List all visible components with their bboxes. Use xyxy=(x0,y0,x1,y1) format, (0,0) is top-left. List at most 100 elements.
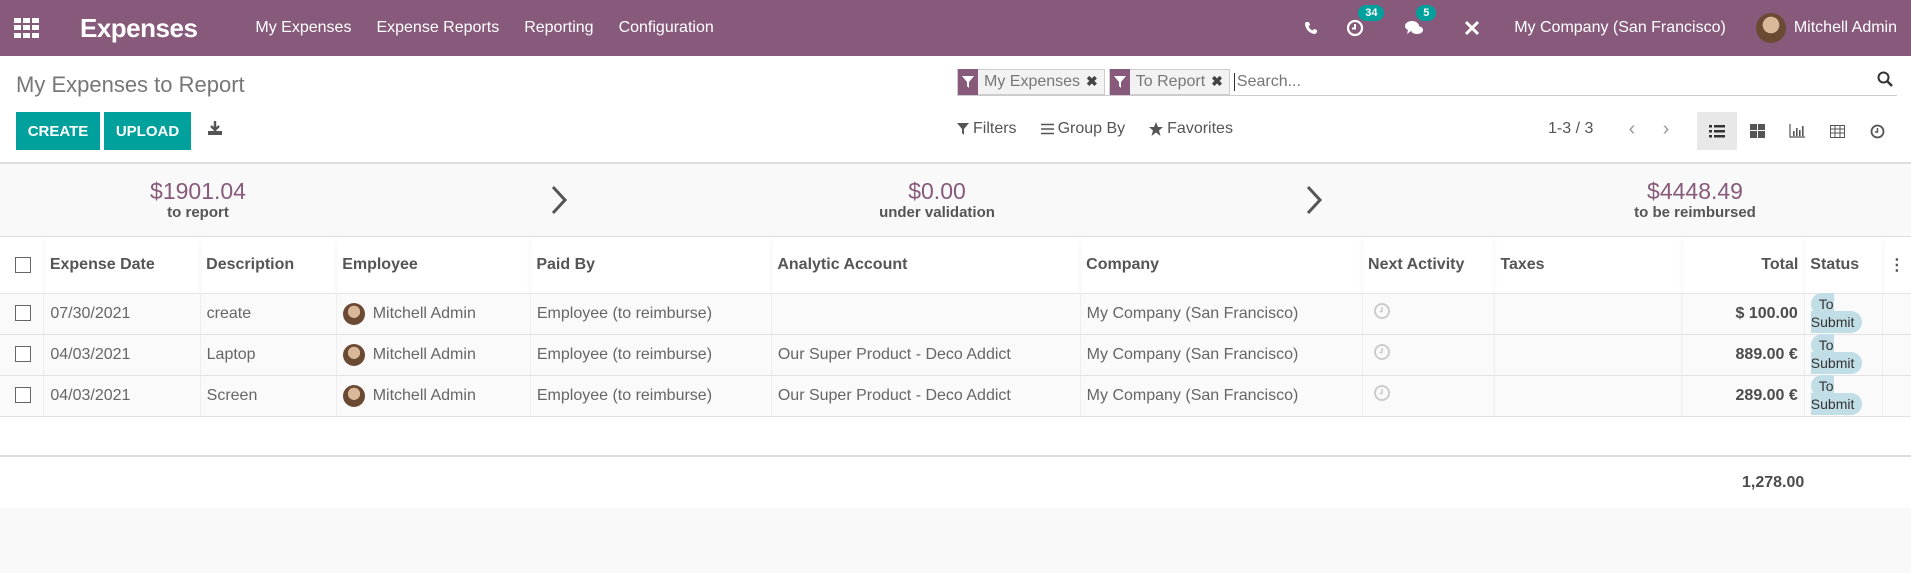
cell-employee: Mitchell Admin xyxy=(335,334,531,376)
favorites-label: Favorites xyxy=(1167,120,1233,137)
menu-configuration[interactable]: Configuration xyxy=(619,19,714,37)
kanban-view-icon[interactable] xyxy=(1737,112,1777,150)
chevron-right-icon xyxy=(550,184,568,221)
cell-total: $ 100.00 xyxy=(1681,293,1805,335)
list-view-icon[interactable] xyxy=(1697,112,1737,150)
employee-name: Mitchell Admin xyxy=(372,304,476,322)
column-status[interactable]: Status xyxy=(1804,237,1883,294)
table-row[interactable]: 04/03/2021 Laptop Mitchell Admin Employe… xyxy=(0,333,1911,376)
upload-button[interactable]: UPLOAD xyxy=(104,112,191,150)
column-company[interactable]: Company xyxy=(1080,237,1363,294)
menu-expense-reports[interactable]: Expense Reports xyxy=(376,19,499,37)
summary-amount: $0.00 xyxy=(908,178,966,204)
summary-to-report[interactable]: $1901.04 to report xyxy=(48,178,348,221)
employee-avatar xyxy=(342,384,365,407)
activity-clock-icon xyxy=(1373,303,1390,319)
remove-facet-icon[interactable]: ✖ xyxy=(1211,73,1223,90)
cell-status: To Submit xyxy=(1803,374,1883,417)
cell-description: Laptop xyxy=(199,334,337,376)
remove-facet-icon[interactable]: ✖ xyxy=(1086,73,1098,90)
favorites-dropdown[interactable]: Favorites xyxy=(1149,120,1233,138)
pivot-view-icon[interactable] xyxy=(1817,112,1857,150)
cell-date: 04/03/2021 xyxy=(43,334,201,376)
user-avatar[interactable] xyxy=(1755,13,1786,43)
create-button[interactable]: CREATE xyxy=(16,112,100,150)
column-total[interactable]: Total xyxy=(1681,237,1805,294)
summary-amount: $1901.04 xyxy=(150,178,246,204)
table-header: Expense Date Description Employee Paid B… xyxy=(0,237,1911,294)
messages-icon[interactable]: 5 xyxy=(1404,5,1437,37)
column-expense-date[interactable]: Expense Date xyxy=(43,237,201,294)
cell-analytic-account xyxy=(770,293,1081,335)
filters-label: Filters xyxy=(973,120,1017,137)
cell-next-activity[interactable] xyxy=(1361,375,1495,417)
cell-company: My Company (San Francisco) xyxy=(1079,334,1363,376)
phone-icon[interactable] xyxy=(1304,21,1318,35)
activity-clock-icon[interactable]: 34 xyxy=(1346,5,1385,37)
pager-previous-icon[interactable]: ‹ xyxy=(1615,118,1649,141)
summary-label: to be reimbursed xyxy=(1634,204,1756,221)
optional-columns-icon[interactable]: ⋮ xyxy=(1882,237,1911,294)
bars-icon xyxy=(1040,123,1054,135)
view-switcher xyxy=(1697,112,1897,150)
column-analytic-account[interactable]: Analytic Account xyxy=(771,237,1081,294)
search-input[interactable] xyxy=(1233,72,1877,91)
star-icon xyxy=(1149,122,1164,136)
pager-next-icon[interactable]: › xyxy=(1649,118,1683,141)
column-paid-by[interactable]: Paid By xyxy=(530,237,772,294)
cell-total: 289.00 € xyxy=(1681,375,1805,417)
summary-label: to report xyxy=(167,204,229,221)
column-taxes[interactable]: Taxes xyxy=(1494,237,1682,294)
apps-menu-icon[interactable] xyxy=(14,18,40,38)
row-checkbox[interactable] xyxy=(0,334,44,376)
cell-description: create xyxy=(199,293,337,335)
row-checkbox[interactable] xyxy=(0,293,44,335)
cell-description: Screen xyxy=(199,375,337,417)
menu-reporting[interactable]: Reporting xyxy=(524,19,593,37)
page-title: My Expenses to Report xyxy=(16,72,245,97)
debug-tools-icon[interactable] xyxy=(1464,20,1480,36)
search-icon[interactable] xyxy=(1877,71,1893,92)
cell-status: To Submit xyxy=(1803,333,1883,376)
download-icon[interactable] xyxy=(207,120,223,141)
column-employee[interactable]: Employee xyxy=(336,237,531,294)
activity-clock-icon xyxy=(1373,385,1390,401)
summary-under-validation[interactable]: $0.00 under validation xyxy=(787,178,1087,221)
search-options: Filters Group By Favorites xyxy=(957,120,1257,138)
activity-view-icon[interactable] xyxy=(1857,112,1897,150)
filter-icon xyxy=(957,123,969,135)
cell-taxes xyxy=(1493,334,1682,376)
cell-paid-by: Employee (to reimburse) xyxy=(529,375,772,417)
cell-employee: Mitchell Admin xyxy=(335,293,531,335)
summary-to-be-reimbursed[interactable]: $4448.49 to be reimbursed xyxy=(1545,178,1845,221)
facet-my-expenses: My Expenses ✖ xyxy=(957,68,1105,95)
cell-date: 07/30/2021 xyxy=(43,293,201,335)
company-switcher[interactable]: My Company (San Francisco) xyxy=(1514,19,1726,37)
row-checkbox[interactable] xyxy=(0,375,44,417)
group-by-dropdown[interactable]: Group By xyxy=(1040,120,1125,138)
filters-dropdown[interactable]: Filters xyxy=(957,120,1017,138)
pager-navigation: ‹ › xyxy=(1615,118,1683,141)
pager-value[interactable]: 1-3 / 3 xyxy=(1548,120,1593,138)
graph-view-icon[interactable] xyxy=(1777,112,1817,150)
employee-avatar xyxy=(342,302,365,325)
cell-next-activity[interactable] xyxy=(1361,334,1495,376)
cell-date: 04/03/2021 xyxy=(43,375,201,417)
cell-company: My Company (San Francisco) xyxy=(1079,293,1363,335)
cell-next-activity[interactable] xyxy=(1361,293,1495,335)
column-description[interactable]: Description xyxy=(200,237,337,294)
user-menu[interactable]: Mitchell Admin xyxy=(1794,19,1897,37)
filter-icon xyxy=(1109,68,1130,95)
cell-analytic-account: Our Super Product - Deco Addict xyxy=(770,334,1081,376)
table-row[interactable]: 07/30/2021 create Mitchell Admin Employe… xyxy=(0,292,1911,335)
grand-total: 1,278.00 xyxy=(1681,456,1805,508)
select-all-checkbox[interactable] xyxy=(0,237,44,294)
employee-avatar xyxy=(342,343,365,366)
summary-label: under validation xyxy=(879,204,995,221)
expenses-table: Expense Date Description Employee Paid B… xyxy=(0,237,1911,508)
chevron-right-icon xyxy=(1305,184,1323,221)
column-next-activity[interactable]: Next Activity xyxy=(1362,237,1495,294)
cell-total: 889.00 € xyxy=(1681,334,1805,376)
table-row[interactable]: 04/03/2021 Screen Mitchell Admin Employe… xyxy=(0,374,1911,417)
menu-my-expenses[interactable]: My Expenses xyxy=(255,19,351,37)
